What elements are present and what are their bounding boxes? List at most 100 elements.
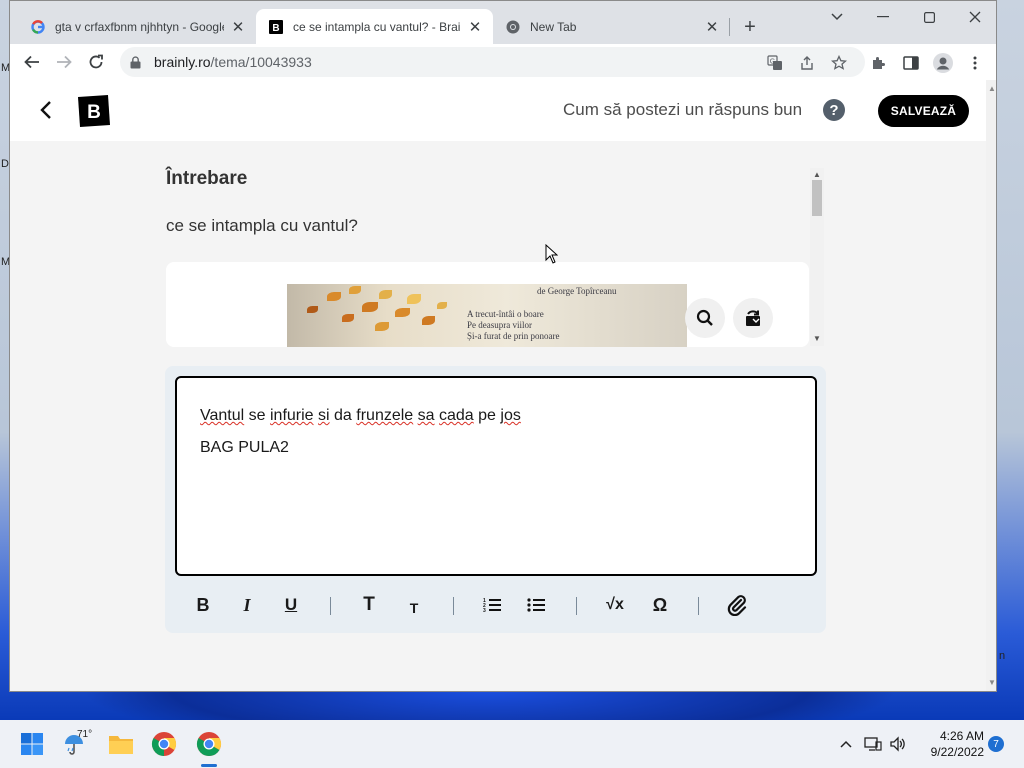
address-bar[interactable]: brainly.ro/tema/10043933 G — [120, 47, 865, 77]
image-text-line: Și-a furat de prin ponoare — [467, 331, 560, 341]
leaf-shape — [342, 314, 354, 322]
desktop-edge-letter: D — [1, 158, 9, 170]
misspelled-word: Vantul — [200, 407, 245, 424]
extensions-icon[interactable] — [869, 53, 889, 73]
tab-google-search[interactable]: gta v crfaxfbnm njhhtyn - Google ✕ — [18, 9, 256, 44]
heading-small-button[interactable]: T — [400, 596, 428, 620]
chrome-icon — [505, 19, 521, 35]
leaf-shape — [307, 306, 318, 313]
attachment-paperclip-icon[interactable] — [723, 593, 751, 617]
tab-title: New Tab — [530, 19, 577, 34]
misspelled-word: sa — [417, 407, 435, 424]
answer-line-2: BAG PULA2 — [200, 439, 289, 456]
image-text-line: de George Topîrceanu — [537, 286, 617, 296]
question-scrollbar[interactable]: ▲ ▼ — [810, 168, 824, 346]
leaf-shape — [362, 302, 378, 312]
bullet-list-icon[interactable] — [522, 593, 550, 617]
google-g-icon — [30, 19, 46, 35]
image-text-line: Pe deasupra viilor — [467, 320, 532, 330]
tab-separator — [729, 18, 730, 36]
italic-button[interactable]: I — [233, 593, 261, 617]
help-question-icon[interactable]: ? — [823, 99, 845, 121]
notification-badge[interactable]: 7 — [988, 736, 1004, 752]
network-icon[interactable] — [863, 734, 883, 754]
underline-button[interactable]: U — [277, 593, 305, 617]
rotate-image-icon[interactable] — [733, 298, 773, 338]
math-formula-button[interactable]: √x — [601, 593, 629, 617]
toolbar-divider — [576, 597, 577, 615]
leaf-shape — [379, 290, 392, 299]
page-scrollbar[interactable]: ▲ ▼ — [986, 80, 996, 691]
active-app-indicator — [201, 764, 217, 767]
brainly-header: B Cum să postezi un răspuns bun ? SALVEA… — [10, 80, 986, 141]
close-icon[interactable]: ✕ — [230, 19, 246, 36]
clock-date: 9/22/2022 — [930, 745, 984, 759]
scroll-down-arrow-icon[interactable]: ▼ — [813, 334, 821, 343]
brainly-icon: B — [268, 19, 284, 35]
heading-large-button[interactable]: T — [355, 593, 383, 617]
volume-icon[interactable] — [888, 734, 908, 754]
misspelled-word: jos — [500, 407, 521, 424]
browser-toolbar: brainly.ro/tema/10043933 G — [10, 44, 996, 80]
maximize-icon[interactable] — [913, 5, 945, 29]
save-button[interactable]: SALVEAZĂ — [878, 95, 969, 127]
toolbar-divider — [453, 597, 454, 615]
bookmark-star-icon[interactable] — [829, 53, 849, 73]
ordered-list-icon[interactable]: 123 — [478, 593, 506, 617]
desktop-edge-letter: n — [999, 650, 1006, 662]
scroll-down-arrow-icon[interactable]: ▼ — [988, 678, 996, 687]
minimize-icon[interactable] — [867, 5, 899, 29]
formatting-toolbar: B I U T T 123 √x Ω — [165, 585, 826, 625]
new-tab-button[interactable]: + — [738, 15, 762, 39]
reload-icon[interactable] — [84, 50, 108, 74]
tab-title: gta v crfaxfbnm njhhtyn - Google — [55, 19, 224, 34]
url-text: brainly.ro/tema/10043933 — [154, 54, 312, 70]
how-to-answer-link[interactable]: Cum să postezi un răspuns bun — [563, 100, 802, 120]
weather-temperature[interactable]: 71° — [77, 729, 92, 740]
leaf-shape — [422, 316, 435, 325]
misspelled-word: cada — [439, 407, 474, 424]
lock-icon[interactable] — [130, 55, 144, 69]
tab-brainly-question[interactable]: B ce se intampla cu vantul? - Brain ✕ — [256, 9, 493, 44]
url-host: brainly.ro — [154, 54, 211, 70]
back-chevron-icon[interactable] — [34, 98, 58, 122]
scroll-up-arrow-icon[interactable]: ▲ — [988, 84, 996, 93]
brainly-logo[interactable]: B — [78, 95, 110, 127]
chrome-active-icon[interactable] — [193, 728, 225, 760]
bold-button[interactable]: B — [189, 593, 217, 617]
page-content: B Cum să postezi un răspuns bun ? SALVEA… — [10, 80, 986, 691]
answer-text-area[interactable]: Vantul se infurie si da frunzele sa cada… — [175, 376, 817, 576]
chrome-icon[interactable] — [148, 728, 180, 760]
translate-icon[interactable]: G — [765, 53, 785, 73]
back-arrow-icon[interactable] — [20, 50, 44, 74]
question-panel: Întrebare ce se intampla cu vantul? de G… — [156, 159, 810, 347]
tab-new-tab[interactable]: New Tab ✕ — [493, 9, 730, 44]
forward-arrow-icon[interactable] — [52, 50, 76, 74]
question-attachment-card: de George Topîrceanu A trecut-întâi o bo… — [166, 262, 809, 347]
more-menu-icon[interactable] — [965, 53, 985, 73]
browser-window: gta v crfaxfbnm njhhtyn - Google ✕ B ce … — [9, 0, 997, 692]
tray-chevron-up-icon[interactable] — [836, 734, 856, 754]
close-window-icon[interactable] — [959, 5, 991, 29]
windows-taskbar: 71° 4:26 AM 9/22/2022 7 — [0, 720, 1024, 768]
scroll-up-arrow-icon[interactable]: ▲ — [813, 170, 821, 179]
file-explorer-icon[interactable] — [105, 728, 137, 760]
tab-title: ce se intampla cu vantul? - Brain — [293, 19, 461, 34]
answer-text: da — [329, 407, 357, 424]
share-icon[interactable] — [797, 53, 817, 73]
taskbar-clock[interactable]: 4:26 AM 9/22/2022 — [912, 728, 984, 760]
windows-start-icon[interactable] — [16, 728, 48, 760]
side-panel-icon[interactable] — [901, 53, 921, 73]
question-attachment-image[interactable]: de George Topîrceanu A trecut-întâi o bo… — [287, 284, 687, 347]
leaf-shape — [349, 286, 361, 294]
tab-search-chevron-icon[interactable] — [821, 5, 853, 29]
leaf-shape — [437, 302, 447, 309]
question-text: ce se intampla cu vantul? — [166, 216, 358, 235]
close-icon[interactable]: ✕ — [704, 19, 720, 36]
scrollbar-thumb[interactable] — [812, 180, 822, 216]
special-characters-button[interactable]: Ω — [646, 593, 674, 617]
profile-avatar-icon[interactable] — [933, 53, 953, 73]
zoom-search-icon[interactable] — [685, 298, 725, 338]
misspelled-word: frunzele — [356, 407, 414, 424]
close-icon[interactable]: ✕ — [467, 19, 483, 36]
